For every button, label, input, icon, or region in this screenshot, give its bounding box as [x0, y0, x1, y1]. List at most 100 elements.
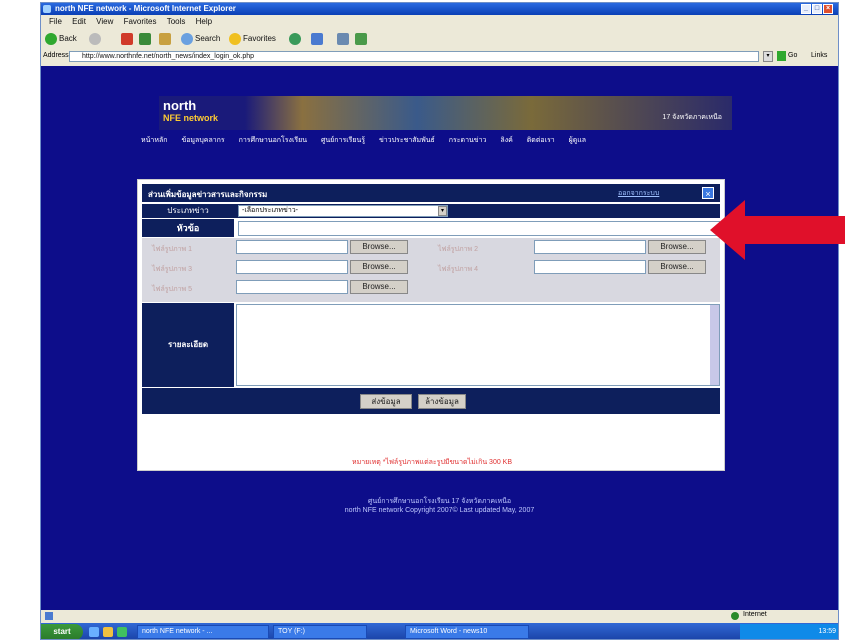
file-input-5[interactable] — [236, 280, 348, 294]
stop-button[interactable] — [121, 32, 135, 46]
mail-button[interactable] — [311, 32, 325, 46]
media-icon — [289, 32, 301, 45]
news-form-panel: ส่วนเพิ่มข้อมูลข่าวสารและกิจกรรม ออกจากร… — [137, 179, 725, 471]
back-arrow-icon — [45, 32, 57, 45]
footer-line-1: ศูนย์การศึกษานอกโรงเรียน 17 จังหวัดภาคเห… — [367, 498, 512, 505]
favorites-button[interactable]: Favorites — [229, 32, 276, 46]
banner-tagline: 17 จังหวัดภาคเหนือ — [662, 114, 722, 121]
maximize-button[interactable]: □ — [812, 4, 822, 14]
browse-button-3[interactable]: Browse... — [350, 260, 408, 274]
browse-button-1[interactable]: Browse... — [350, 240, 408, 254]
form-title: ส่วนเพิ่มข้อมูลข่าวสารและกิจกรรม — [148, 190, 268, 199]
menu-help[interactable]: Help — [196, 17, 212, 26]
print-icon — [337, 32, 349, 45]
back-button[interactable]: Back — [45, 32, 77, 46]
close-form-icon[interactable]: × — [702, 187, 714, 199]
site-logo-sub: NFE network — [163, 113, 219, 123]
subject-input[interactable] — [238, 221, 720, 236]
file-input-4[interactable] — [534, 260, 646, 274]
detail-scrollbar[interactable] — [710, 305, 719, 385]
close-button[interactable]: × — [823, 4, 833, 14]
detail-label: รายละเอียด — [142, 303, 234, 387]
menu-file[interactable]: File — [49, 17, 62, 26]
chevron-down-icon[interactable]: ▾ — [438, 206, 447, 216]
go-button[interactable]: Go — [788, 52, 797, 59]
print-button[interactable] — [337, 32, 351, 46]
task-ie[interactable]: north NFE network - ... — [137, 625, 269, 639]
arrow-shape — [710, 200, 845, 260]
red-arrow-annotation — [710, 200, 845, 260]
file-label-5: ไฟล์รูปภาพ 5 — [152, 286, 192, 293]
browse-button-5[interactable]: Browse... — [350, 280, 408, 294]
go-icon — [777, 51, 786, 61]
menu-bar: File Edit View Favorites Tools Help — [41, 16, 838, 28]
menu-edit[interactable]: Edit — [72, 17, 86, 26]
address-input[interactable]: http://www.northnfe.net/north_news/index… — [69, 51, 759, 62]
subject-label: หัวข้อ — [142, 219, 234, 237]
system-tray: 13:59 — [740, 624, 838, 639]
start-button[interactable]: start — [41, 624, 83, 639]
file-label-3: ไฟล์รูปภาพ 3 — [152, 266, 192, 273]
refresh-button[interactable] — [139, 32, 153, 46]
nav-link[interactable]: ผู้ดูแล — [569, 137, 586, 144]
nav-link[interactable]: การศึกษานอกโรงเรียน — [239, 137, 307, 144]
form-header: ส่วนเพิ่มข้อมูลข่าวสารและกิจกรรม ออกจากร… — [142, 184, 720, 202]
task-word[interactable]: Microsoft Word - news10 — [405, 625, 529, 639]
taskbar: start north NFE network - ... TOY (F:) M… — [41, 623, 838, 639]
links-button[interactable]: Links — [811, 52, 827, 59]
file-label-4: ไฟล์รูปภาพ 4 — [438, 266, 478, 273]
mail-icon — [311, 32, 323, 45]
address-dropdown[interactable]: ▾ — [763, 51, 773, 62]
ie-icon — [43, 5, 51, 13]
nav-link[interactable]: ลิงค์ — [500, 137, 512, 144]
search-button[interactable]: Search — [181, 32, 220, 46]
reset-button[interactable]: ล้างข้อมูล — [418, 394, 466, 409]
nav-link[interactable]: ติดต่อเรา — [527, 137, 555, 144]
browse-button-2[interactable]: Browse... — [648, 240, 706, 254]
search-icon — [181, 32, 193, 45]
browser-window: north NFE network - Microsoft Internet E… — [40, 2, 839, 640]
site-banner: north NFE network 17 จังหวัดภาคเหนือ — [159, 96, 732, 130]
file-input-2[interactable] — [534, 240, 646, 254]
toolbar: Back Search Favorites — [41, 29, 838, 49]
category-select[interactable]: -เลือกประเภทข่าว- — [238, 205, 448, 217]
star-icon — [229, 32, 241, 45]
task-folder[interactable]: TOY (F:) — [273, 625, 367, 639]
nav-link[interactable]: ข่าวประชาสัมพันธ์ — [379, 137, 435, 144]
detail-textarea[interactable] — [236, 304, 720, 386]
file-input-3[interactable] — [236, 260, 348, 274]
category-label: ประเภทข่าว — [142, 204, 234, 218]
menu-favorites[interactable]: Favorites — [124, 17, 157, 26]
address-bar: Address http://www.northnfe.net/north_ne… — [41, 50, 838, 64]
status-bar: Internet — [41, 610, 838, 622]
nav-link[interactable]: กระดานข่าว — [449, 137, 487, 144]
file-input-1[interactable] — [236, 240, 348, 254]
minimize-button[interactable]: _ — [801, 4, 811, 14]
nav-link[interactable]: ศูนย์การเรียนรู้ — [321, 137, 365, 144]
quicklaunch-folder-icon[interactable] — [103, 627, 113, 637]
file-label-2: ไฟล์รูปภาพ 2 — [438, 246, 478, 253]
zone-label: Internet — [743, 611, 767, 618]
forward-arrow-icon — [89, 32, 101, 45]
menu-view[interactable]: View — [96, 17, 113, 26]
menu-tools[interactable]: Tools — [167, 17, 186, 26]
nav-link[interactable]: ข้อมูลบุคลากร — [181, 137, 224, 144]
window-title: north NFE network - Microsoft Internet E… — [55, 4, 236, 13]
home-button[interactable] — [159, 32, 173, 46]
edit-icon — [355, 32, 367, 45]
refresh-icon — [139, 32, 151, 45]
submit-button[interactable]: ส่งข้อมูล — [360, 394, 412, 409]
footer-copyright: north NFE network Copyright 2007© Last u… — [344, 507, 535, 514]
quicklaunch-ie-icon[interactable] — [89, 627, 99, 637]
address-label: Address — [43, 52, 69, 59]
title-bar: north NFE network - Microsoft Internet E… — [41, 3, 838, 15]
quicklaunch-media-icon[interactable] — [117, 627, 127, 637]
forward-button[interactable] — [89, 32, 103, 46]
logout-link[interactable]: ออกจากระบบ — [618, 188, 659, 199]
edit-button[interactable] — [355, 32, 369, 46]
browse-button-4[interactable]: Browse... — [648, 260, 706, 274]
site-logo: north — [163, 98, 197, 113]
nav-link[interactable]: หน้าหลัก — [141, 137, 167, 144]
media-button[interactable] — [289, 32, 303, 46]
file-label-1: ไฟล์รูปภาพ 1 — [152, 246, 192, 253]
